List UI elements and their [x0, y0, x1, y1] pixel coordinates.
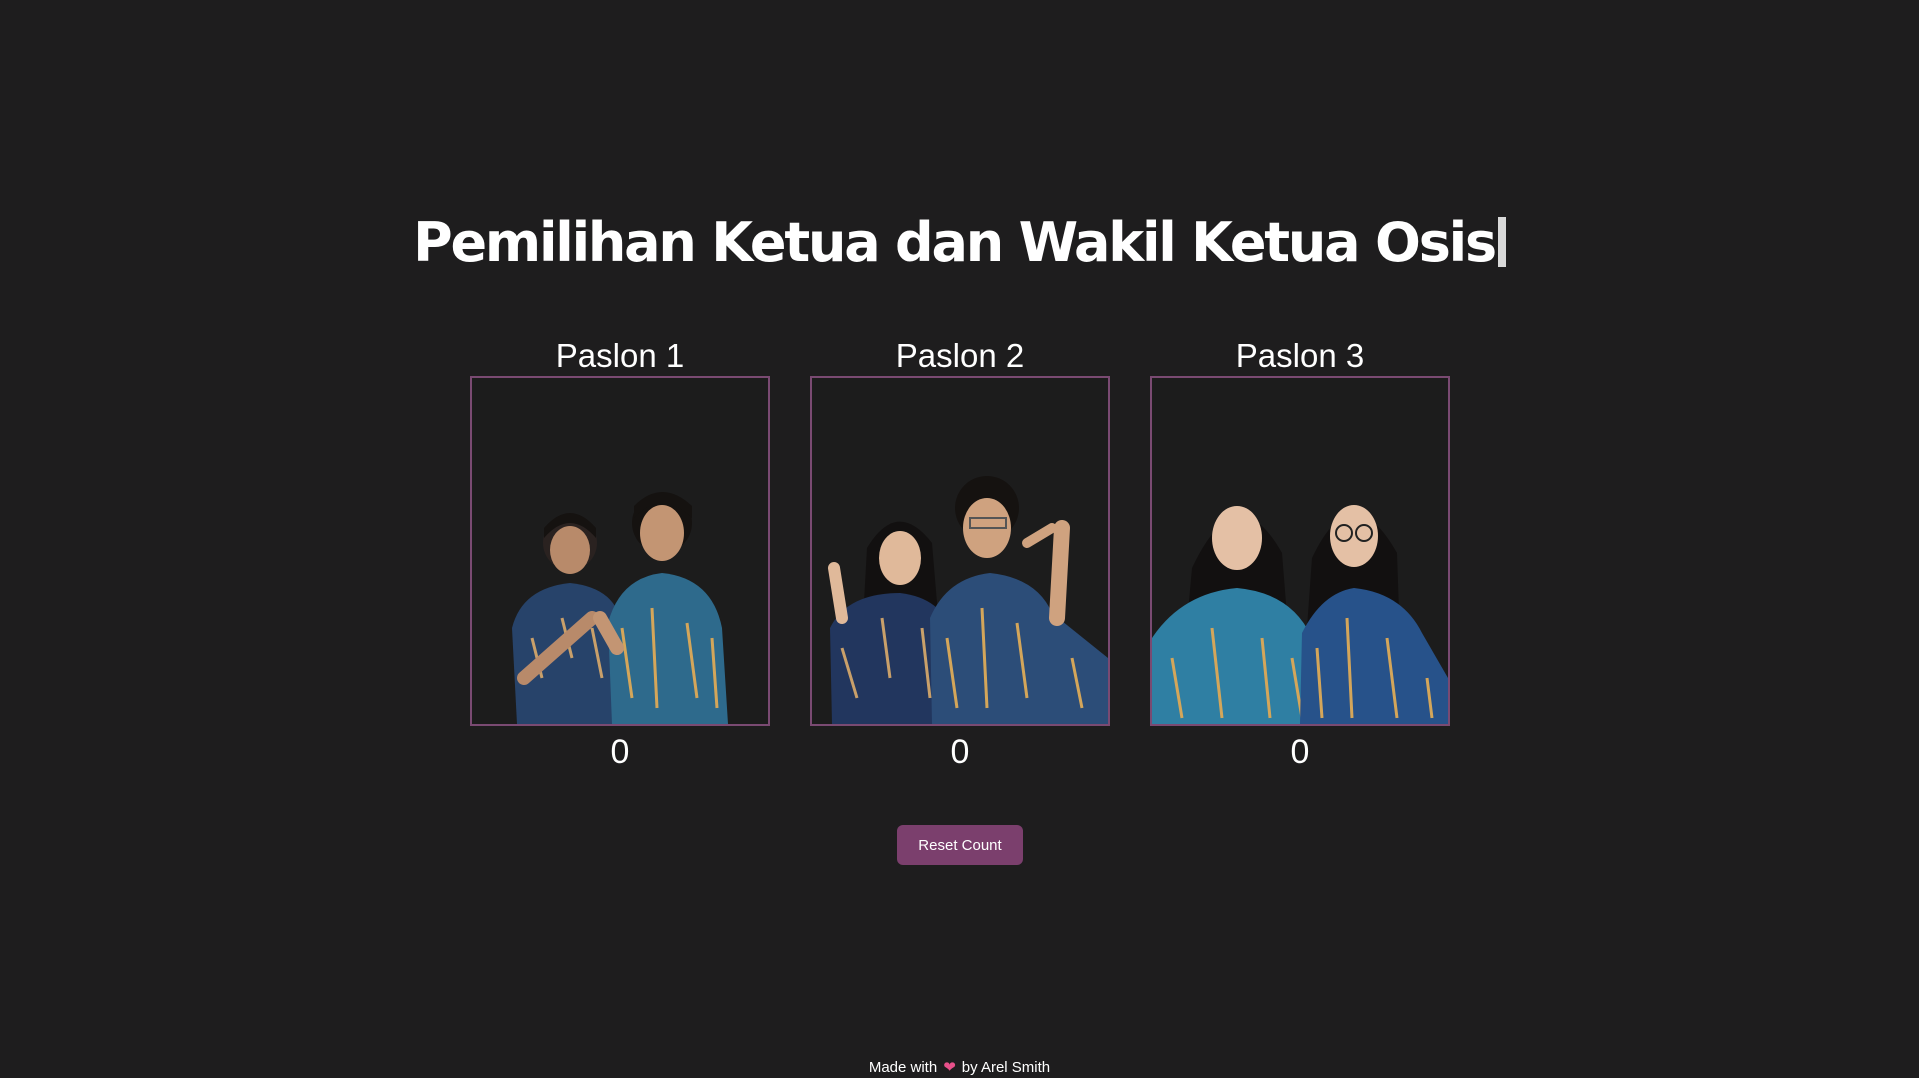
- footer: Made with ❤ by Arel Smith: [0, 1058, 1919, 1078]
- reset-count-button[interactable]: Reset Count: [897, 825, 1023, 865]
- heart-icon: ❤: [943, 1059, 956, 1076]
- page: Pemilihan Ketua dan Wakil Ketua Osis Pas…: [0, 0, 1919, 1078]
- candidate-card-3: Paslon 3 0: [1150, 333, 1450, 774]
- candidate-label: Paslon 2: [895, 337, 1025, 374]
- candidate-photo-button-2[interactable]: [810, 376, 1110, 726]
- text-caret: [1497, 217, 1506, 267]
- candidate-card-2: Paslon 2 0: [810, 333, 1110, 774]
- page-title: Pemilihan Ketua dan Wakil Ketua Osis: [413, 207, 1506, 279]
- candidate-photo: [812, 378, 1108, 724]
- candidate-label: Paslon 3: [1235, 337, 1365, 374]
- footer-prefix: Made with: [868, 1059, 938, 1076]
- vote-count: 0: [1290, 733, 1310, 771]
- candidate-photo-button-1[interactable]: [470, 376, 770, 726]
- vote-count: 0: [950, 733, 970, 771]
- vote-count: 0: [610, 733, 630, 771]
- candidate-photo: [1152, 378, 1448, 724]
- footer-suffix: by Arel Smith: [961, 1059, 1051, 1076]
- title-container: Pemilihan Ketua dan Wakil Ketua Osis: [0, 207, 1919, 279]
- candidate-label: Paslon 1: [555, 337, 685, 374]
- candidate-list: Paslon 1 0 Paslon 2 0 Paslon 3 0: [470, 333, 1450, 774]
- candidate-photo-button-3[interactable]: [1150, 376, 1450, 726]
- candidate-photo: [472, 378, 768, 724]
- page-title-text: Pemilihan Ketua dan Wakil Ketua Osis: [413, 211, 1497, 274]
- candidate-card-1: Paslon 1 0: [470, 333, 770, 774]
